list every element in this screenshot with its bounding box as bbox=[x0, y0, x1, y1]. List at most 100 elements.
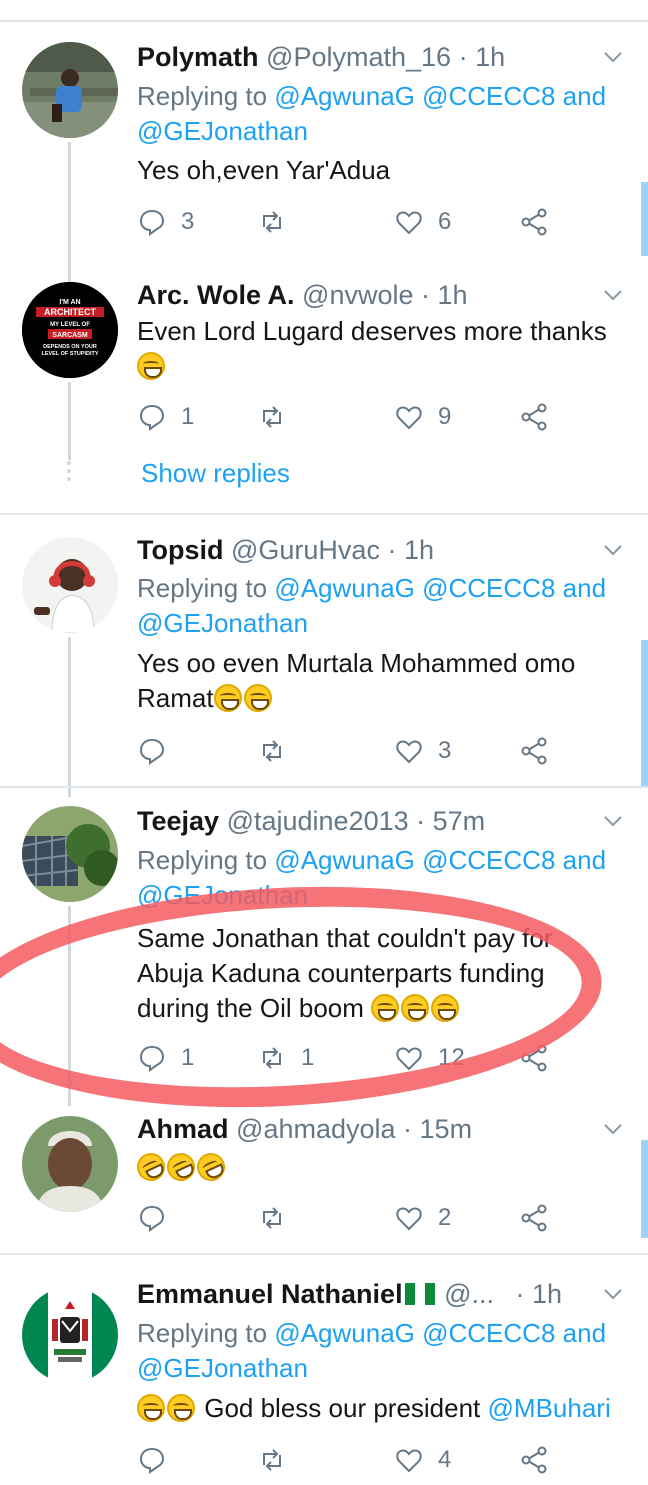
avatar-text: SARCASM bbox=[52, 332, 88, 339]
grinning-emoji-icon bbox=[137, 1394, 165, 1422]
heart-icon bbox=[396, 211, 422, 235]
avatar[interactable]: I'M AN ARCHITECT MY LEVEL OF SARCASM DEP… bbox=[22, 282, 118, 378]
reply-button[interactable] bbox=[137, 1201, 181, 1235]
share-button[interactable] bbox=[520, 205, 550, 239]
tweet-text-line: Ramat bbox=[137, 683, 214, 713]
reply-and[interactable]: and bbox=[563, 1318, 606, 1348]
grinning-emoji-icon bbox=[167, 1394, 195, 1422]
reply-button[interactable]: 3 bbox=[137, 205, 194, 239]
timestamp[interactable]: · 1h bbox=[387, 535, 434, 565]
like-button[interactable]: 9 bbox=[394, 400, 451, 434]
share-icon bbox=[521, 208, 547, 236]
display-name[interactable]: Topsid bbox=[137, 535, 223, 565]
avatar-text: LEVEL OF STUPIDITY bbox=[41, 351, 98, 357]
reply-button[interactable] bbox=[137, 734, 181, 768]
reply-button[interactable]: 1 bbox=[137, 400, 194, 434]
reply-target-last[interactable]: @GEJonathan bbox=[137, 116, 308, 146]
reply-icon bbox=[139, 1205, 165, 1232]
thread-line bbox=[68, 382, 71, 460]
like-button[interactable]: 6 bbox=[394, 205, 451, 239]
replying-to-label: Replying to bbox=[137, 1318, 268, 1348]
tweet-text-line: Same Jonathan that couldn't pay for bbox=[137, 923, 553, 953]
chevron-down-icon[interactable] bbox=[602, 284, 624, 306]
chevron-down-icon[interactable] bbox=[602, 539, 624, 561]
tweet-arc-wole[interactable]: I'M AN ARCHITECT MY LEVEL OF SARCASM DEP… bbox=[0, 260, 648, 515]
mention-link[interactable]: @MBuhari bbox=[488, 1393, 611, 1423]
retweet-button[interactable] bbox=[257, 734, 301, 768]
like-button[interactable]: 12 bbox=[394, 1041, 465, 1075]
timestamp[interactable]: · 1h bbox=[516, 1279, 563, 1309]
reply-target-last[interactable]: @GEJonathan bbox=[137, 608, 308, 638]
retweet-button[interactable] bbox=[257, 1443, 301, 1477]
share-icon bbox=[521, 1044, 547, 1072]
grinning-emoji-icon bbox=[243, 684, 272, 712]
reply-button[interactable] bbox=[137, 1443, 181, 1477]
avatar[interactable] bbox=[22, 537, 118, 633]
reply-button[interactable]: 1 bbox=[137, 1041, 194, 1075]
chevron-down-icon[interactable] bbox=[602, 810, 624, 832]
tweet-teejay[interactable]: Teejay @tajudine2013 · 57m Replying to @… bbox=[0, 788, 648, 1106]
scroll-indicator bbox=[641, 1140, 648, 1238]
like-button[interactable]: 3 bbox=[394, 734, 451, 768]
reply-and[interactable]: and bbox=[563, 845, 606, 875]
tweet-text: God bless our president @MBuhari bbox=[137, 1391, 624, 1426]
handle[interactable]: @ahmadyola bbox=[236, 1114, 396, 1144]
timestamp[interactable]: · 1h bbox=[421, 280, 468, 310]
display-name[interactable]: Arc. Wole A. bbox=[137, 280, 295, 310]
timestamp[interactable]: · 15m bbox=[403, 1114, 472, 1144]
reply-target-last[interactable]: @GEJonathan bbox=[137, 880, 308, 910]
avatar[interactable] bbox=[22, 806, 118, 902]
like-count: 9 bbox=[438, 403, 452, 430]
like-button[interactable]: 4 bbox=[394, 1443, 451, 1477]
tweet-text: Yes oo even Murtala Mohammed omo Ramat bbox=[137, 646, 624, 716]
avatar[interactable] bbox=[22, 42, 118, 138]
retweet-button[interactable] bbox=[257, 400, 301, 434]
share-button[interactable] bbox=[520, 1041, 550, 1075]
retweet-icon bbox=[263, 406, 281, 428]
retweet-count: 1 bbox=[301, 1044, 315, 1071]
share-button[interactable] bbox=[520, 1201, 550, 1235]
tweet-ahmad[interactable]: Ahmad @ahmadyola · 15m 2 bbox=[0, 1100, 648, 1252]
chevron-down-icon[interactable] bbox=[602, 46, 624, 68]
tweet-header: Teejay @tajudine2013 · 57m bbox=[137, 804, 608, 838]
replying-to-label: Replying to bbox=[137, 81, 268, 111]
avatar[interactable] bbox=[22, 1116, 118, 1212]
heart-icon bbox=[396, 1047, 422, 1071]
timestamp[interactable]: · 1h bbox=[459, 42, 506, 72]
reply-target-links[interactable]: @AgwunaG @CCECC8 bbox=[274, 1318, 555, 1348]
timestamp[interactable]: · 57m bbox=[416, 806, 485, 836]
display-name[interactable]: Polymath bbox=[137, 42, 259, 72]
like-button[interactable]: 2 bbox=[394, 1201, 451, 1235]
tweet-emmanuel-nathaniel[interactable]: Emmanuel Nathaniel @... · 1h Replying to… bbox=[0, 1255, 648, 1485]
display-name[interactable]: Ahmad bbox=[137, 1114, 229, 1144]
chevron-down-icon[interactable] bbox=[602, 1283, 624, 1305]
retweet-button[interactable] bbox=[257, 1201, 301, 1235]
display-name[interactable]: Emmanuel Nathaniel bbox=[137, 1279, 403, 1309]
reply-count: 3 bbox=[181, 208, 195, 235]
reply-target-last[interactable]: @GEJonathan bbox=[137, 1353, 308, 1383]
handle[interactable]: @... bbox=[444, 1279, 494, 1309]
handle[interactable]: @nvwole bbox=[302, 280, 413, 310]
retweet-button[interactable] bbox=[257, 205, 301, 239]
reply-target-links[interactable]: @AgwunaG @CCECC8 bbox=[274, 81, 555, 111]
reply-and[interactable]: and bbox=[563, 81, 606, 111]
tweet-text-line: Abuja Kaduna counterparts funding bbox=[137, 958, 545, 988]
chevron-down-icon[interactable] bbox=[602, 1118, 624, 1140]
share-button[interactable] bbox=[520, 400, 550, 434]
handle[interactable]: @GuruHvac bbox=[231, 535, 380, 565]
share-button[interactable] bbox=[520, 734, 550, 768]
reply-target-links[interactable]: @AgwunaG @CCECC8 bbox=[274, 845, 555, 875]
handle[interactable]: @Polymath_16 bbox=[266, 42, 451, 72]
retweet-button[interactable]: 1 bbox=[257, 1041, 314, 1075]
reply-target-links[interactable]: @AgwunaG @CCECC8 bbox=[274, 573, 555, 603]
tweet-polymath[interactable]: Polymath @Polymath_16 · 1h Replying to @… bbox=[0, 0, 648, 282]
share-button[interactable] bbox=[520, 1443, 550, 1477]
display-name[interactable]: Teejay bbox=[137, 806, 219, 836]
share-icon bbox=[521, 737, 547, 765]
handle[interactable]: @tajudine2013 bbox=[227, 806, 409, 836]
avatar-text: I'M AN bbox=[59, 299, 80, 306]
show-replies-link[interactable]: Show replies bbox=[141, 458, 290, 489]
reply-and[interactable]: and bbox=[563, 573, 606, 603]
avatar[interactable] bbox=[22, 1287, 118, 1383]
tweet-topsid[interactable]: Topsid @GuruHvac · 1h Replying to @Agwun… bbox=[0, 515, 648, 797]
